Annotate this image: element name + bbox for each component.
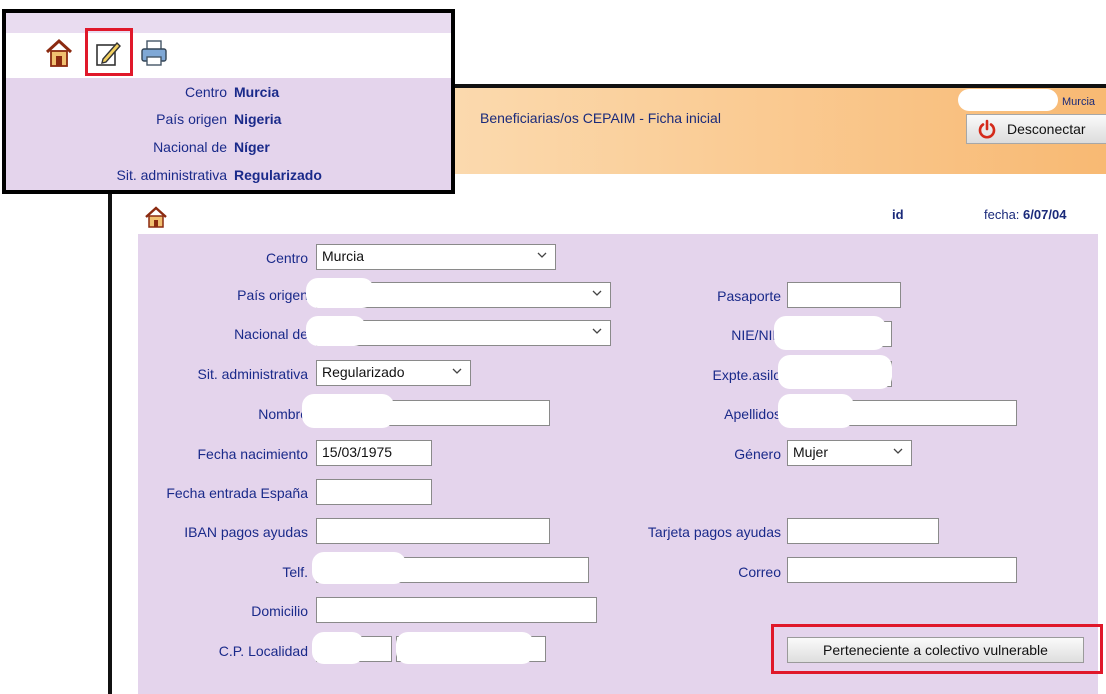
zoom-nacional-de-value: Níger (234, 139, 270, 155)
redacted-value (312, 552, 406, 584)
zoom-centro-label: Centro (184, 84, 227, 100)
redacted-value (302, 394, 394, 428)
zoom-sit-administrativa-value: Regularizado (234, 167, 322, 183)
iban-label: IBAN pagos ayudas (184, 524, 308, 540)
zoom-sit-administrativa-label: Sit. administrativa (116, 167, 227, 183)
iban-input[interactable] (316, 518, 550, 544)
page-title: Beneficiarias/os CEPAIM - Ficha inicial (480, 110, 721, 126)
sit-administrativa-label: Sit. administrativa (197, 366, 308, 382)
pais-origen-label: País origen (237, 287, 308, 303)
nacional-de-label: Nacional de (234, 326, 308, 342)
redacted-value (778, 394, 854, 428)
fecha-nacimiento-input[interactable]: 15/03/1975 (316, 440, 432, 466)
redacted-value (306, 316, 366, 346)
redacted-value (396, 632, 534, 664)
redacted-user-name (958, 89, 1058, 111)
record-id-label: id (892, 207, 904, 222)
domicilio-label: Domicilio (251, 603, 308, 619)
fecha-nacimiento-label: Fecha nacimiento (197, 446, 308, 462)
tarjeta-label: Tarjeta pagos ayudas (647, 524, 781, 540)
logout-label: Desconectar (1007, 121, 1086, 137)
sit-administrativa-value: Regularizado (322, 364, 405, 380)
telf-label: Telf. (282, 564, 308, 580)
redacted-value (774, 316, 886, 350)
fecha-entrada-input[interactable] (316, 479, 432, 505)
power-icon (978, 119, 996, 139)
fecha-entrada-label: Fecha entrada España (166, 485, 308, 501)
chevron-down-icon (537, 252, 547, 258)
pasaporte-input[interactable] (787, 282, 901, 308)
zoom-pais-origen-label: País origen (156, 111, 227, 127)
print-icon[interactable] (139, 37, 169, 69)
record-date-label: fecha: (984, 207, 1020, 222)
record-date-value: 6/07/04 (1023, 207, 1067, 222)
expte-asilo-label: Expte.asilo (712, 367, 781, 383)
header-city: Murcia (1062, 96, 1096, 108)
apellidos-label: Apellidos (724, 406, 781, 422)
nombre-label: Nombre (258, 406, 308, 422)
zoom-nacional-de-label: Nacional de (153, 139, 227, 155)
highlight-box (771, 624, 1103, 674)
domicilio-input[interactable] (316, 597, 597, 623)
chevron-down-icon (592, 328, 602, 334)
record-date: fecha: 6/07/04 (984, 207, 1066, 222)
chevron-down-icon (452, 368, 462, 374)
zoom-summary-panel (6, 78, 451, 190)
correo-label: Correo (738, 564, 781, 580)
tarjeta-input[interactable] (787, 518, 939, 544)
redacted-value (306, 278, 374, 308)
redacted-value (312, 632, 364, 664)
redacted-value (778, 355, 892, 389)
highlight-box (85, 28, 133, 76)
genero-select[interactable]: Mujer (787, 440, 912, 466)
home-icon[interactable] (44, 37, 74, 69)
genero-select-value: Mujer (793, 444, 829, 460)
sit-administrativa-select[interactable]: Regularizado (316, 360, 471, 386)
cp-localidad-label: C.P. Localidad (218, 643, 308, 659)
zoom-pais-origen-value: Nigeria (234, 111, 282, 127)
pasaporte-label: Pasaporte (717, 288, 781, 304)
zoom-centro-value: Murcia (234, 84, 280, 100)
centro-label: Centro (265, 250, 308, 266)
centro-select[interactable]: Murcia (316, 244, 556, 270)
chevron-down-icon (893, 448, 903, 454)
home-icon[interactable] (144, 205, 168, 229)
zoom-toolbar-strip (6, 13, 451, 33)
logout-button[interactable]: Desconectar (966, 114, 1106, 144)
zoom-callout: Centro Murcia País origen Nigeria Nacion… (2, 9, 455, 194)
centro-select-value: Murcia (322, 248, 365, 264)
correo-input[interactable] (787, 557, 1017, 583)
chevron-down-icon (592, 290, 602, 296)
genero-label: Género (734, 446, 781, 462)
